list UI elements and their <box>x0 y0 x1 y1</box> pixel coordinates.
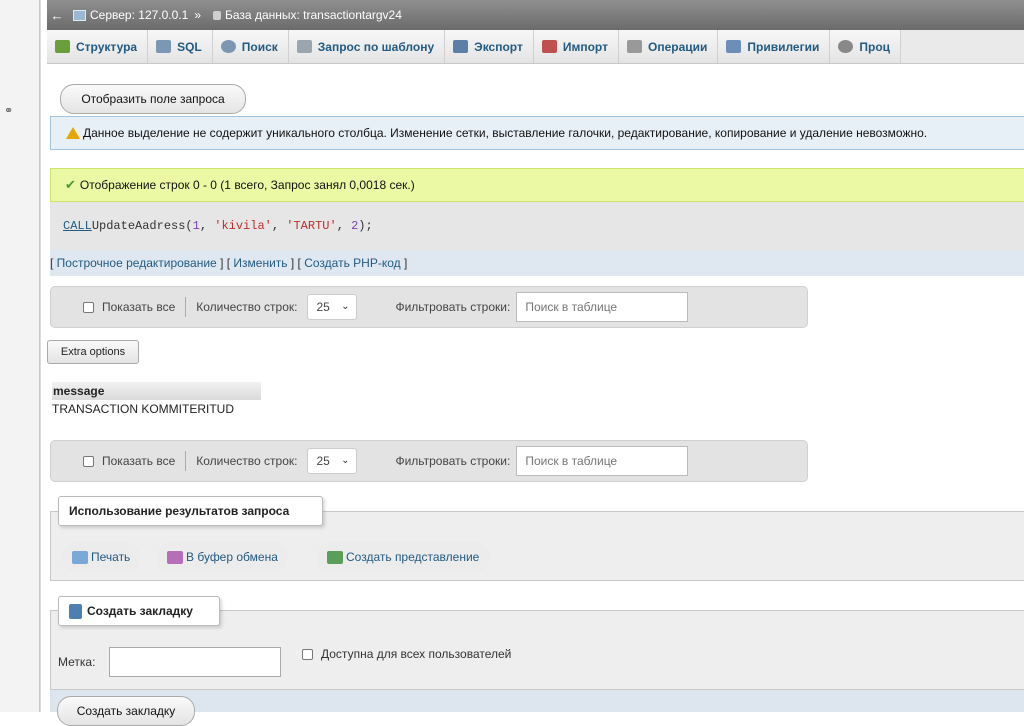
server-icon <box>73 9 86 21</box>
tab-search[interactable]: Поиск <box>212 30 289 63</box>
rows-count-select[interactable]: 25 ⌄ <box>307 448 358 474</box>
search-icon <box>220 40 236 53</box>
bookmark-label-text: Метка: <box>58 655 96 669</box>
create-view-icon <box>327 550 343 564</box>
show-all-label: Показать все <box>102 300 176 314</box>
public-bookmark-label: Доступна для всех пользователей <box>321 647 512 661</box>
bookmark-label-input[interactable] <box>109 647 281 677</box>
query-action-links: [ Построчное редактирование ] [ Изменить… <box>50 250 1024 276</box>
sql-arg: 'TARTU' <box>286 219 337 233</box>
database-icon <box>213 10 222 20</box>
main-content: ← Сервер: 127.0.0.1 » База данных: trans… <box>47 0 1024 726</box>
sql-arg: 'kivila' <box>214 219 272 233</box>
extra-options-button[interactable]: Extra options <box>47 340 139 364</box>
bracket: ] [ <box>220 256 231 270</box>
privileges-icon <box>726 40 742 53</box>
sql-arg: 2 <box>351 219 359 233</box>
tab-query[interactable]: Запрос по шаблону <box>288 30 446 63</box>
show-query-box-button[interactable]: Отобразить поле запроса <box>60 84 246 114</box>
tab-privileges[interactable]: Привилегии <box>718 30 831 63</box>
table-navigation-top: Показать все Количество строк: 25 ⌄ Фильт… <box>50 286 808 328</box>
sql-punct: , <box>199 219 215 233</box>
tab-import[interactable]: Импорт <box>533 30 619 63</box>
tab-export[interactable]: Экспорт <box>445 30 534 63</box>
table-navigation-bottom: Показать все Количество строк: 25 ⌄ Фильт… <box>50 440 808 482</box>
notice-text: Данное выделение не содержит уникального… <box>83 126 928 140</box>
success-message: ✔ Отображение строк 0 - 0 (1 всего, Запр… <box>50 168 1024 202</box>
bracket: ] <box>403 256 408 270</box>
tab-operations[interactable]: Операции <box>618 30 719 63</box>
check-icon: ✔ <box>65 177 76 192</box>
sql-query-display: CALL UpdateAadress( 1 , 'kivila' , 'TART… <box>50 202 1024 250</box>
bracket: ] [ <box>290 256 301 270</box>
create-php-code-link[interactable]: Создать PHP-код <box>301 256 404 270</box>
tab-sql[interactable]: SQL <box>148 30 213 63</box>
divider <box>185 451 187 471</box>
sql-punct: , <box>336 219 352 233</box>
filter-rows-label: Фильтровать строки: <box>395 300 511 314</box>
sql-function: UpdateAadress( <box>91 219 193 233</box>
public-bookmark-checkbox[interactable] <box>302 649 313 660</box>
tab-structure[interactable]: Структура <box>47 30 149 63</box>
query-results-legend: Использование результатов запроса <box>58 496 323 526</box>
result-column-header[interactable]: message <box>52 382 261 400</box>
structure-icon <box>55 40 70 53</box>
query-template-icon <box>296 40 312 53</box>
procedures-icon <box>838 40 854 53</box>
chevron-down-icon: ⌄ <box>341 455 350 466</box>
sql-icon <box>156 40 172 53</box>
success-text: Отображение строк 0 - 0 (1 всего, Запрос… <box>79 178 415 192</box>
notice-message: Данное выделение не содержит уникального… <box>50 116 1024 150</box>
copy-to-clipboard-button[interactable]: В буфер обмена <box>157 542 288 572</box>
back-arrow-icon[interactable]: ← <box>47 8 67 23</box>
create-view-button[interactable]: Создать представление <box>317 542 490 572</box>
link-icon[interactable]: ⚭ <box>4 104 13 117</box>
show-all-label: Показать все <box>102 454 176 468</box>
rows-count-select[interactable]: 25 ⌄ <box>307 294 358 320</box>
print-icon <box>72 550 88 564</box>
top-menu-tabs: Структура SQL Поиск Запрос по шаблону Эк… <box>47 30 1024 64</box>
warning-icon <box>66 127 80 139</box>
panel-divider[interactable] <box>39 0 40 712</box>
clipboard-icon <box>167 550 183 564</box>
tab-procedures[interactable]: Проц <box>830 30 902 63</box>
filter-rows-input[interactable] <box>516 292 689 322</box>
edit-link[interactable]: Изменить <box>230 256 291 270</box>
result-cell: TRANSACTION KOMMITERITUD <box>52 402 234 416</box>
sql-punct: , <box>271 219 287 233</box>
filter-rows-input[interactable] <box>516 446 689 476</box>
export-icon <box>453 40 469 53</box>
bookmark-footer <box>50 690 1024 712</box>
navigation-panel: ⚭ <box>0 0 41 712</box>
inline-edit-link[interactable]: Построчное редактирование <box>53 256 220 270</box>
breadcrumb: ← Сервер: 127.0.0.1 » База данных: trans… <box>47 0 1024 30</box>
sql-arg: 1 <box>192 219 200 233</box>
bookmark-legend: Создать закладку <box>58 596 220 626</box>
import-icon <box>541 40 557 53</box>
bookmark-icon <box>69 603 82 619</box>
show-all-checkbox[interactable] <box>83 455 94 467</box>
rows-count-label: Количество строк: <box>196 454 298 468</box>
sql-keyword-link[interactable]: CALL <box>63 219 92 233</box>
chevron-down-icon: ⌄ <box>341 301 350 312</box>
breadcrumb-separator: » <box>194 8 202 22</box>
sql-punct: ); <box>358 219 373 233</box>
print-button[interactable]: Печать <box>62 542 141 572</box>
create-bookmark-button[interactable]: Создать закладку <box>57 696 195 726</box>
show-all-checkbox[interactable] <box>83 301 94 313</box>
divider <box>185 297 187 317</box>
rows-count-label: Количество строк: <box>196 300 298 314</box>
filter-rows-label: Фильтровать строки: <box>395 454 511 468</box>
breadcrumb-server[interactable]: Сервер: 127.0.0.1 <box>90 8 188 22</box>
breadcrumb-database[interactable]: База данных: transactiontargv24 <box>225 8 402 22</box>
wrench-icon <box>626 40 642 53</box>
